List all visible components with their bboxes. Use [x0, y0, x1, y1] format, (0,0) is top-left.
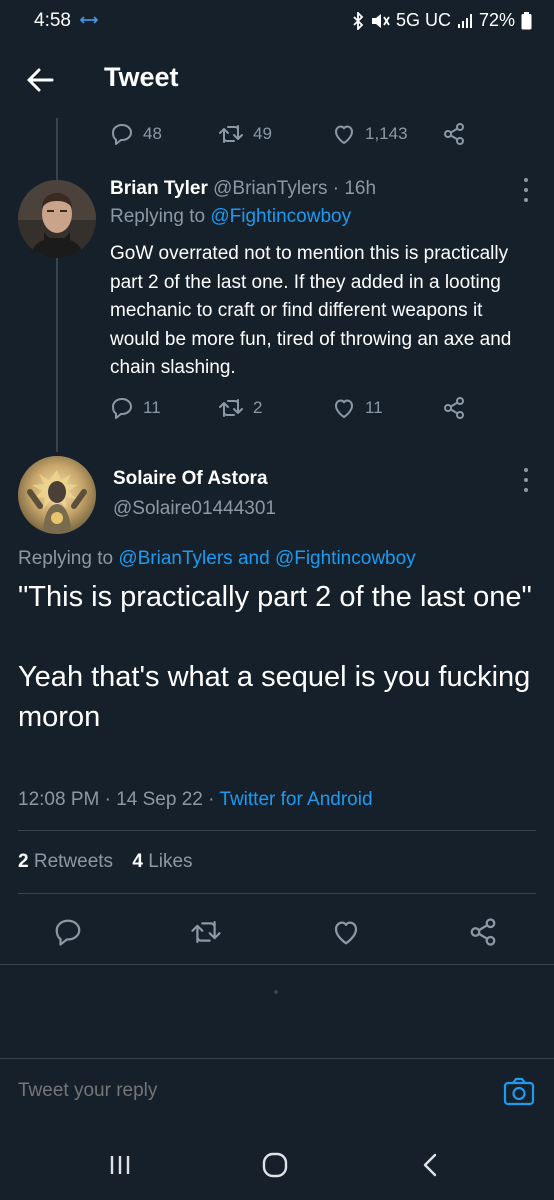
reply-input[interactable] — [18, 1075, 458, 1107]
divider — [18, 893, 536, 894]
reply-icon — [112, 398, 132, 419]
loading-dot — [274, 990, 278, 994]
camera-button[interactable] — [503, 1077, 535, 1107]
back-button[interactable] — [22, 62, 58, 98]
retweets-label: Retweets — [33, 851, 114, 872]
tweet-text: GoW overrated not to mention this is pra… — [110, 243, 512, 378]
main-tweet-actions — [0, 915, 554, 951]
signal-icon — [457, 13, 473, 29]
divider — [18, 830, 536, 831]
heart-icon — [334, 921, 358, 945]
heart-icon — [335, 399, 353, 418]
like-action[interactable]: 1,143 — [332, 122, 408, 146]
like-button[interactable] — [331, 917, 361, 947]
share-action[interactable] — [442, 122, 466, 146]
likes-label: Likes — [148, 851, 193, 872]
reply-action[interactable]: 11 — [110, 396, 161, 420]
replying-to-line: Replying to @Fightincowboy — [110, 206, 351, 228]
status-right: 5G UC 72% — [352, 10, 532, 31]
likes-stat[interactable]: 4 Likes — [132, 851, 192, 872]
retweet-icon — [191, 921, 221, 943]
camera-icon — [503, 1077, 535, 1106]
author-handle[interactable]: @Solaire01444301 — [113, 498, 276, 520]
share-icon — [470, 918, 496, 946]
replying-to-line: Replying to @BrianTylers and @Fightincow… — [18, 548, 416, 570]
status-time: 4:58 — [34, 10, 71, 31]
reply-count: 11 — [143, 398, 161, 417]
divider — [0, 964, 554, 965]
retweet-button[interactable] — [190, 917, 222, 947]
tweet-source[interactable]: Twitter for Android — [219, 789, 372, 810]
replying-to-label: Replying to — [110, 206, 211, 227]
like-count: 1,143 — [365, 124, 408, 143]
system-nav-bar — [0, 1122, 554, 1200]
mention-link[interactable]: @Fightincowboy — [275, 548, 416, 569]
retweet-icon — [219, 399, 243, 417]
more-options-button[interactable] — [521, 178, 531, 202]
and-label: and — [232, 548, 275, 569]
reply-button[interactable] — [53, 917, 83, 947]
retweet-count: 2 — [253, 398, 263, 417]
share-icon — [444, 397, 464, 419]
network-label: 5G UC — [395, 10, 451, 30]
recents-button[interactable] — [108, 1153, 132, 1177]
reply-bar — [0, 1058, 554, 1122]
page-title: Tweet — [104, 62, 179, 92]
arrow-left-icon — [27, 68, 54, 92]
reply-tweet-header: Brian Tyler @BrianTylers · 16h — [110, 178, 376, 200]
share-icon — [444, 123, 464, 145]
share-action[interactable] — [442, 396, 466, 420]
like-count: 11 — [365, 398, 383, 417]
share-button[interactable] — [468, 917, 498, 947]
more-options-button[interactable] — [521, 468, 531, 492]
data-link-icon — [80, 15, 98, 25]
mute-icon — [370, 12, 390, 30]
author-meta: @BrianTylers · 16h — [213, 178, 377, 199]
heart-icon — [335, 125, 353, 144]
retweets-stat[interactable]: 2 Retweets — [18, 851, 113, 872]
likes-count: 4 — [132, 851, 143, 872]
reply-tweet-actions: 11 2 11 — [110, 396, 470, 426]
reply-action[interactable]: 48 — [110, 122, 162, 146]
retweet-icon — [219, 125, 243, 143]
like-action[interactable]: 11 — [332, 396, 383, 420]
bluetooth-icon — [352, 11, 364, 30]
author-name[interactable]: Brian Tyler — [110, 178, 208, 199]
thread-line — [56, 118, 58, 452]
reply-icon — [112, 124, 132, 145]
retweets-count: 2 — [18, 851, 29, 872]
chevron-left-icon — [423, 1153, 437, 1177]
reply-icon — [55, 919, 81, 946]
engagement-stats: 2 Retweets 4 Likes — [18, 851, 193, 873]
reply-count: 48 — [143, 124, 162, 143]
home-button[interactable] — [262, 1152, 288, 1178]
avatar-solaire[interactable] — [18, 456, 96, 534]
battery-label: 72% — [478, 10, 515, 30]
recents-icon — [110, 1156, 130, 1174]
replying-to-label: Replying to — [18, 548, 119, 569]
avatar-brian[interactable] — [18, 180, 96, 258]
tweet-timestamp-line: 12:08 PM · 14 Sep 22 · Twitter for Andro… — [18, 789, 373, 810]
home-icon — [262, 1152, 288, 1178]
tweet-text: "This is practically part 2 of the last … — [18, 581, 532, 733]
battery-icon — [521, 11, 532, 30]
retweet-count: 49 — [253, 124, 272, 143]
retweet-action[interactable]: 49 — [218, 122, 272, 146]
tweet-time: 12:08 PM — [18, 789, 100, 810]
system-back-button[interactable] — [420, 1152, 440, 1178]
mention-link[interactable]: @Fightincowboy — [210, 206, 351, 227]
author-name[interactable]: Solaire Of Astora — [113, 468, 268, 490]
prev-tweet-actions: 48 49 1,143 — [110, 120, 470, 150]
retweet-action[interactable]: 2 — [218, 396, 262, 420]
mention-link[interactable]: @BrianTylers — [118, 548, 232, 569]
tweet-date: 14 Sep 22 — [116, 789, 203, 810]
